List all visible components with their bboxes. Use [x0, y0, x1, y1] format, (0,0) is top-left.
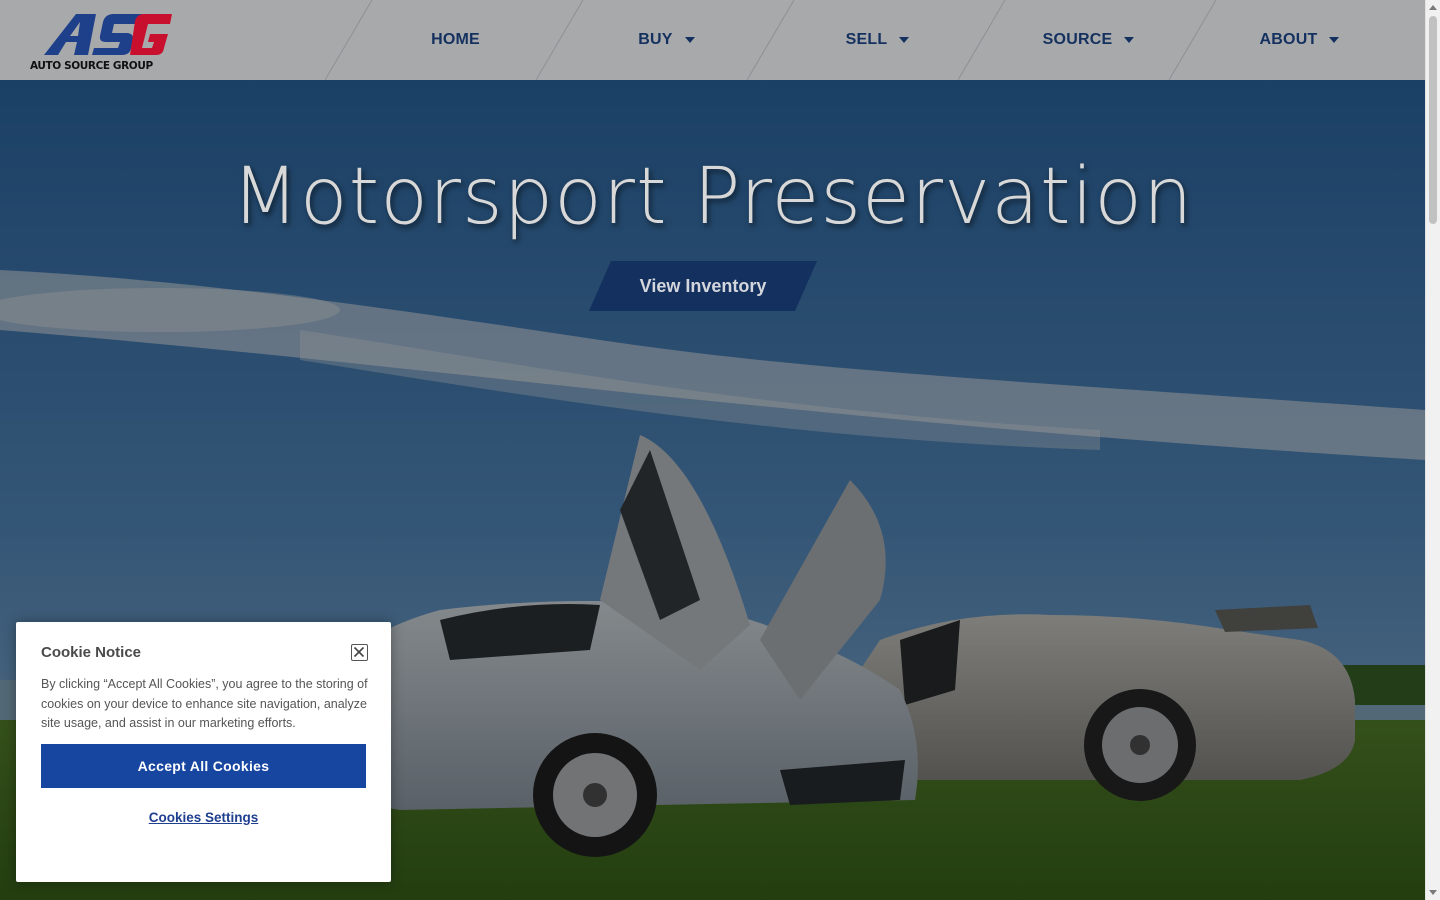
- caret-down-icon: [1124, 37, 1135, 43]
- scroll-up-arrow-icon[interactable]: [1429, 5, 1437, 10]
- asg-logo-icon: AUTO SOURCE GROUP: [30, 14, 172, 72]
- scrollbar-thumb[interactable]: [1429, 16, 1437, 224]
- site-logo[interactable]: AUTO SOURCE GROUP: [30, 12, 190, 72]
- accept-all-cookies-button[interactable]: Accept All Cookies: [41, 744, 366, 788]
- nav-item-source[interactable]: SOURCE: [983, 0, 1194, 80]
- scroll-down-arrow-icon[interactable]: [1429, 890, 1437, 895]
- nav-item-label: BUY: [638, 31, 673, 48]
- nav-item-label: HOME: [431, 31, 480, 48]
- cookie-notice-dialog: Cookie Notice By clicking “Accept All Co…: [16, 622, 391, 882]
- caret-down-icon: [684, 37, 695, 43]
- nav-item-home[interactable]: HOME: [350, 0, 561, 80]
- site-header: AUTO SOURCE GROUP HOME BUY SELL SOURCE A…: [0, 0, 1425, 80]
- caret-down-icon: [899, 37, 910, 43]
- logo-wordmark: AUTO SOURCE GROUP: [30, 60, 153, 72]
- cookie-notice-body: By clicking “Accept All Cookies”, you ag…: [41, 677, 368, 730]
- caret-down-icon: [1329, 37, 1340, 43]
- main-nav: HOME BUY SELL SOURCE ABOUT: [325, 0, 1425, 80]
- nav-item-label: SOURCE: [1042, 31, 1113, 48]
- cookie-notice-title: Cookie Notice: [41, 644, 142, 661]
- page-scrollbar[interactable]: [1425, 0, 1440, 900]
- nav-item-buy[interactable]: BUY: [561, 0, 772, 80]
- nav-item-about[interactable]: ABOUT: [1194, 0, 1405, 80]
- view-inventory-button[interactable]: View Inventory: [589, 261, 817, 311]
- view-inventory-label: View Inventory: [639, 275, 767, 296]
- close-icon[interactable]: [351, 644, 368, 661]
- nav-item-label: ABOUT: [1259, 31, 1318, 48]
- nav-item-sell[interactable]: SELL: [772, 0, 983, 80]
- hero-title: Motorsport Preservation: [231, 152, 1194, 242]
- close-x-icon: [353, 646, 365, 658]
- nav-item-label: SELL: [845, 31, 888, 48]
- cookies-settings-link[interactable]: Cookies Settings: [41, 810, 366, 825]
